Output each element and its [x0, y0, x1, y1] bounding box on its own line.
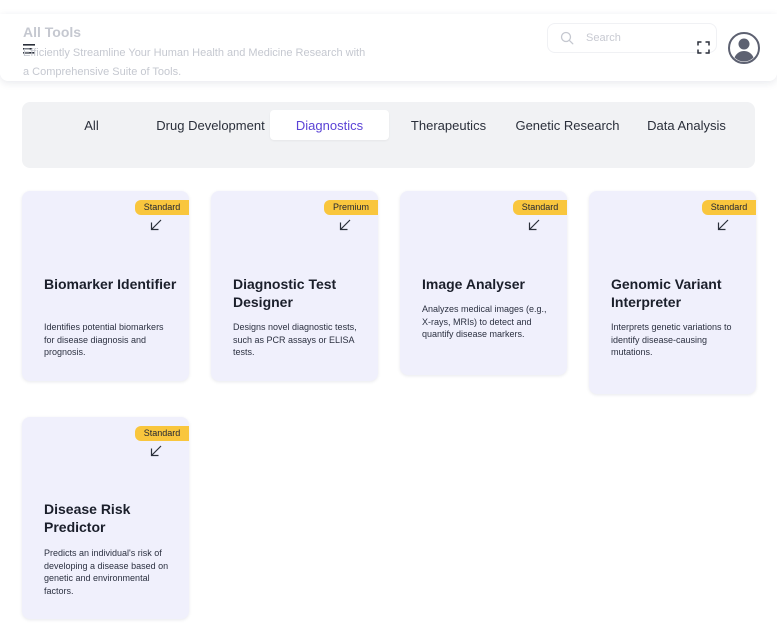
search-icon [560, 31, 574, 45]
arrow-down-left-icon[interactable] [528, 219, 540, 231]
card-title: Disease Risk Predictor [44, 501, 131, 535]
tool-card-disease-risk-predictor[interactable]: Standard Disease Risk Predictor Predicts… [22, 417, 189, 619]
category-tabs: All Drug Development Diagnostics Therape… [22, 102, 755, 168]
tab-therapeutics[interactable]: Therapeutics [389, 110, 508, 140]
fullscreen-icon[interactable] [697, 41, 710, 54]
page-title: All Tools [23, 24, 82, 40]
card-title: Biomarker Identifier [44, 276, 177, 292]
tier-badge: Premium [324, 200, 378, 215]
card-description: Predicts an individual's risk of develop… [44, 548, 169, 596]
tab-data-analysis[interactable]: Data Analysis [627, 110, 746, 140]
arrow-down-left-icon[interactable] [717, 219, 729, 231]
arrow-down-left-icon[interactable] [339, 219, 351, 231]
tier-badge: Standard [135, 426, 189, 441]
tier-badge: Standard [135, 200, 189, 215]
card-title: Image Analyser [422, 276, 525, 292]
card-title: Genomic Variant Interpreter [611, 276, 722, 310]
tab-drug-development[interactable]: Drug Development [151, 110, 270, 140]
tab-diagnostics[interactable]: Diagnostics [270, 110, 389, 140]
card-description: Interprets genetic variations to identif… [611, 322, 732, 357]
tool-card-image-analyser[interactable]: Standard Image Analyser Analyzes medical… [400, 191, 567, 375]
tab-genetic-research[interactable]: Genetic Research [508, 110, 627, 140]
card-description: Analyzes medical images (e.g., X-rays, M… [422, 304, 547, 339]
tier-badge: Standard [513, 200, 567, 215]
tool-card-biomarker-identifier[interactable]: Standard Biomarker Identifier Identifies… [22, 191, 189, 381]
card-description: Identifies potential biomarkers for dise… [44, 322, 164, 357]
tool-card-genomic-variant-interpreter[interactable]: Standard Genomic Variant Interpreter Int… [589, 191, 756, 394]
search-box[interactable] [547, 23, 717, 53]
user-avatar-icon[interactable] [728, 32, 760, 64]
arrow-down-left-icon[interactable] [150, 219, 162, 231]
tab-all[interactable]: All [32, 110, 151, 140]
card-title: Diagnostic Test Designer [233, 276, 337, 310]
page-subtitle: Efficiently Streamline Your Human Health… [23, 47, 366, 78]
arrow-down-left-icon[interactable] [150, 445, 162, 457]
tool-card-diagnostic-test-designer[interactable]: Premium Diagnostic Test Designer Designs… [211, 191, 378, 381]
card-description: Designs novel diagnostic tests, such as … [233, 322, 357, 357]
search-input[interactable] [586, 30, 696, 46]
tier-badge: Standard [702, 200, 756, 215]
top-header: All Tools Efficiently Streamline Your Hu… [0, 14, 777, 81]
